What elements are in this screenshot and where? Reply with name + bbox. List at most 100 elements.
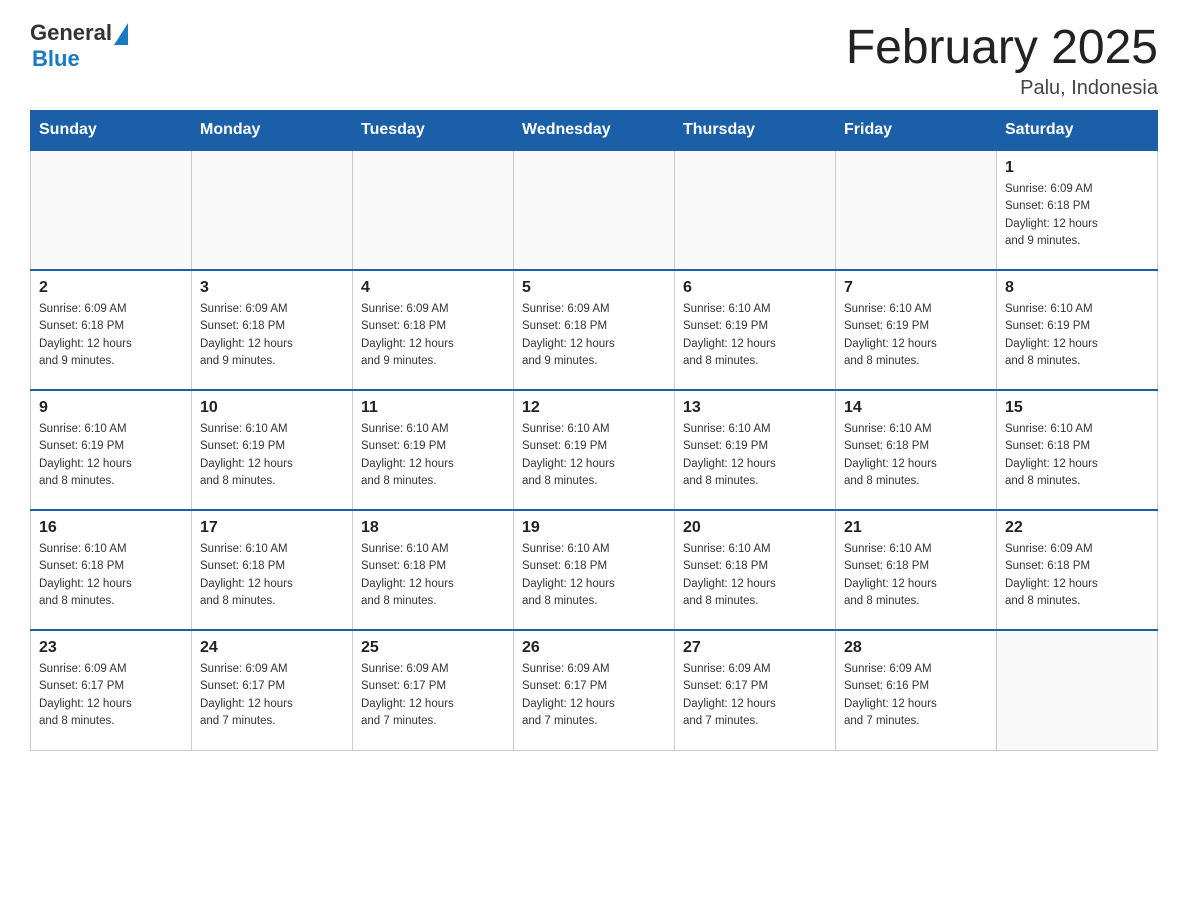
day-number: 18 [361, 519, 505, 537]
logo-blue-text: Blue [32, 46, 80, 72]
calendar-cell: 27 Sunrise: 6:09 AM Sunset: 6:17 PM Dayli… [675, 630, 836, 750]
calendar-cell [353, 150, 514, 270]
calendar-cell: 14 Sunrise: 6:10 AM Sunset: 6:18 PM Dayli… [836, 390, 997, 510]
calendar-cell: 24Sunrise: 6:09 AM Sunset: 6:17 PM Dayli… [192, 630, 353, 750]
day-number: 4 [361, 279, 505, 297]
weekday-header-tuesday: Tuesday [353, 111, 514, 151]
day-number: 17 [200, 519, 344, 537]
week-row-1: 1 Sunrise: 6:09 AM Sunset: 6:18 PM Daylig… [31, 150, 1158, 270]
day-info: Sunrise: 6:10 AM Sunset: 6:18 PM Dayligh… [39, 541, 183, 610]
day-number: 13 [683, 399, 827, 417]
day-info: Sunrise: 6:10 AM Sunset: 6:18 PM Dayligh… [844, 541, 988, 610]
day-info: Sunrise: 6:09 AM Sunset: 6:17 PM Dayligh… [683, 661, 827, 730]
week-row-5: 23 Sunrise: 6:09 AM Sunset: 6:17 PM Dayli… [31, 630, 1158, 750]
day-number: 21 [844, 519, 988, 537]
calendar-table: SundayMondayTuesdayWednesdayThursdayFrid… [30, 110, 1158, 751]
calendar-cell: 16 Sunrise: 6:10 AM Sunset: 6:18 PM Dayli… [31, 510, 192, 630]
calendar-cell: 6Sunrise: 6:10 AM Sunset: 6:19 PM Daylig… [675, 270, 836, 390]
day-number: 22 [1005, 519, 1149, 537]
day-number: 6 [683, 279, 827, 297]
day-number: 7 [844, 279, 988, 297]
day-info: Sunrise: 6:10 AM Sunset: 6:19 PM Dayligh… [200, 421, 344, 490]
calendar-cell: 21 Sunrise: 6:10 AM Sunset: 6:18 PM Dayli… [836, 510, 997, 630]
day-info: Sunrise: 6:09 AM Sunset: 6:18 PM Dayligh… [361, 301, 505, 370]
day-info: Sunrise: 6:09 AM Sunset: 6:18 PM Dayligh… [1005, 541, 1149, 610]
day-number: 1 [1005, 159, 1149, 177]
calendar-cell: 17 Sunrise: 6:10 AM Sunset: 6:18 PM Dayli… [192, 510, 353, 630]
day-number: 28 [844, 639, 988, 657]
calendar-cell [675, 150, 836, 270]
calendar-subtitle: Palu, Indonesia [846, 77, 1158, 100]
day-info: Sunrise: 6:10 AM Sunset: 6:19 PM Dayligh… [844, 301, 988, 370]
logo: General Blue [30, 20, 128, 72]
day-number: 2 [39, 279, 183, 297]
day-info: Sunrise: 6:10 AM Sunset: 6:18 PM Dayligh… [522, 541, 666, 610]
day-number: 9 [39, 399, 183, 417]
calendar-cell: 2 Sunrise: 6:09 AM Sunset: 6:18 PM Daylig… [31, 270, 192, 390]
day-number: 3 [200, 279, 344, 297]
calendar-cell [514, 150, 675, 270]
day-number: 14 [844, 399, 988, 417]
calendar-cell: 1 Sunrise: 6:09 AM Sunset: 6:18 PM Daylig… [997, 150, 1158, 270]
calendar-cell: 3 Sunrise: 6:09 AM Sunset: 6:18 PM Daylig… [192, 270, 353, 390]
calendar-cell: 15 Sunrise: 6:10 AM Sunset: 6:18 PM Dayli… [997, 390, 1158, 510]
calendar-cell: 13 Sunrise: 6:10 AM Sunset: 6:19 PM Dayli… [675, 390, 836, 510]
day-info: Sunrise: 6:10 AM Sunset: 6:18 PM Dayligh… [361, 541, 505, 610]
day-info: Sunrise: 6:10 AM Sunset: 6:18 PM Dayligh… [200, 541, 344, 610]
calendar-cell: 25Sunrise: 6:09 AM Sunset: 6:17 PM Dayli… [353, 630, 514, 750]
calendar-cell [997, 630, 1158, 750]
page-header: General Blue February 2025 Palu, Indones… [30, 20, 1158, 100]
calendar-cell: 5 Sunrise: 6:09 AM Sunset: 6:18 PM Daylig… [514, 270, 675, 390]
day-number: 16 [39, 519, 183, 537]
day-info: Sunrise: 6:09 AM Sunset: 6:18 PM Dayligh… [39, 301, 183, 370]
day-number: 27 [683, 639, 827, 657]
day-info: Sunrise: 6:09 AM Sunset: 6:18 PM Dayligh… [200, 301, 344, 370]
day-info: Sunrise: 6:10 AM Sunset: 6:19 PM Dayligh… [1005, 301, 1149, 370]
day-number: 25 [361, 639, 505, 657]
calendar-cell [192, 150, 353, 270]
day-number: 19 [522, 519, 666, 537]
day-number: 20 [683, 519, 827, 537]
day-info: Sunrise: 6:10 AM Sunset: 6:18 PM Dayligh… [844, 421, 988, 490]
day-number: 8 [1005, 279, 1149, 297]
day-info: Sunrise: 6:09 AM Sunset: 6:17 PM Dayligh… [200, 661, 344, 730]
weekday-header-thursday: Thursday [675, 111, 836, 151]
calendar-cell: 11Sunrise: 6:10 AM Sunset: 6:19 PM Dayli… [353, 390, 514, 510]
day-info: Sunrise: 6:10 AM Sunset: 6:18 PM Dayligh… [1005, 421, 1149, 490]
calendar-cell: 18 Sunrise: 6:10 AM Sunset: 6:18 PM Dayli… [353, 510, 514, 630]
calendar-cell: 10 Sunrise: 6:10 AM Sunset: 6:19 PM Dayli… [192, 390, 353, 510]
day-info: Sunrise: 6:10 AM Sunset: 6:18 PM Dayligh… [683, 541, 827, 610]
week-row-4: 16 Sunrise: 6:10 AM Sunset: 6:18 PM Dayli… [31, 510, 1158, 630]
calendar-cell: 9 Sunrise: 6:10 AM Sunset: 6:19 PM Daylig… [31, 390, 192, 510]
day-number: 23 [39, 639, 183, 657]
day-info: Sunrise: 6:10 AM Sunset: 6:19 PM Dayligh… [39, 421, 183, 490]
weekday-header-friday: Friday [836, 111, 997, 151]
calendar-cell: 4 Sunrise: 6:09 AM Sunset: 6:18 PM Daylig… [353, 270, 514, 390]
calendar-cell: 22 Sunrise: 6:09 AM Sunset: 6:18 PM Dayli… [997, 510, 1158, 630]
calendar-cell: 8 Sunrise: 6:10 AM Sunset: 6:19 PM Daylig… [997, 270, 1158, 390]
title-block: February 2025 Palu, Indonesia [846, 20, 1158, 100]
day-number: 12 [522, 399, 666, 417]
calendar-title: February 2025 [846, 20, 1158, 75]
day-info: Sunrise: 6:10 AM Sunset: 6:19 PM Dayligh… [361, 421, 505, 490]
logo-general-text: General [30, 20, 112, 46]
weekday-header-sunday: Sunday [31, 111, 192, 151]
weekday-header-row: SundayMondayTuesdayWednesdayThursdayFrid… [31, 111, 1158, 151]
calendar-cell: 20 Sunrise: 6:10 AM Sunset: 6:18 PM Dayli… [675, 510, 836, 630]
day-info: Sunrise: 6:09 AM Sunset: 6:18 PM Dayligh… [522, 301, 666, 370]
day-number: 15 [1005, 399, 1149, 417]
calendar-cell: 26Sunrise: 6:09 AM Sunset: 6:17 PM Dayli… [514, 630, 675, 750]
day-number: 5 [522, 279, 666, 297]
day-info: Sunrise: 6:09 AM Sunset: 6:18 PM Dayligh… [1005, 181, 1149, 250]
week-row-2: 2 Sunrise: 6:09 AM Sunset: 6:18 PM Daylig… [31, 270, 1158, 390]
weekday-header-monday: Monday [192, 111, 353, 151]
day-info: Sunrise: 6:10 AM Sunset: 6:19 PM Dayligh… [683, 421, 827, 490]
weekday-header-wednesday: Wednesday [514, 111, 675, 151]
day-number: 10 [200, 399, 344, 417]
calendar-cell: 12Sunrise: 6:10 AM Sunset: 6:19 PM Dayli… [514, 390, 675, 510]
logo-triangle-icon [114, 23, 128, 45]
day-info: Sunrise: 6:09 AM Sunset: 6:16 PM Dayligh… [844, 661, 988, 730]
day-info: Sunrise: 6:09 AM Sunset: 6:17 PM Dayligh… [522, 661, 666, 730]
week-row-3: 9 Sunrise: 6:10 AM Sunset: 6:19 PM Daylig… [31, 390, 1158, 510]
calendar-cell: 23Sunrise: 6:09 AM Sunset: 6:17 PM Dayli… [31, 630, 192, 750]
